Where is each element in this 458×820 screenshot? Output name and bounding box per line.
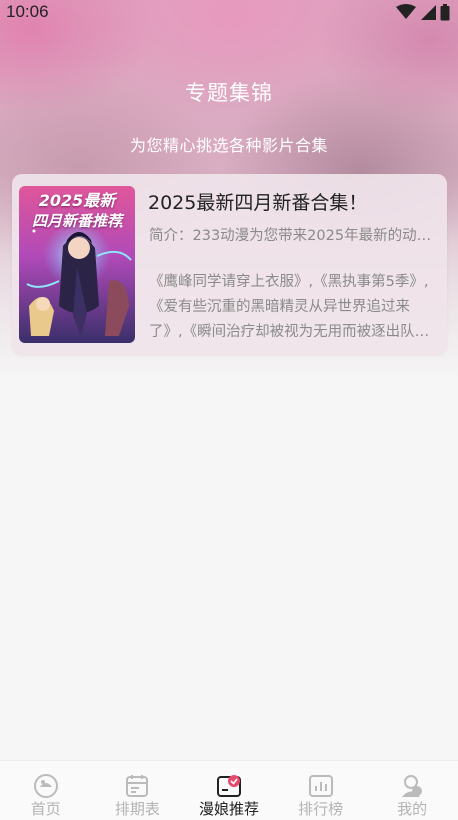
status-icons bbox=[396, 3, 450, 21]
cover-caption-line1: 2025最新 bbox=[38, 191, 116, 210]
cover-caption: 2025最新 四月新番推荐 bbox=[19, 190, 135, 232]
bottom-navigation: 首页 排期表 漫娘推荐 排行榜 我的 bbox=[0, 760, 458, 820]
nav-item-profile[interactable]: 我的 bbox=[366, 761, 458, 820]
status-time: 10:06 bbox=[6, 2, 49, 21]
status-bar: 10:06 bbox=[0, 0, 458, 24]
calendar-icon bbox=[126, 775, 149, 797]
nav-item-schedule[interactable]: 排期表 bbox=[92, 761, 184, 820]
wifi-icon bbox=[396, 4, 416, 19]
cover-caption-line2: 四月新番推荐 bbox=[31, 212, 122, 230]
nav-label-ranking: 排行榜 bbox=[298, 800, 344, 818]
topic-collections-page: 10:06 专题集锦 为您精心挑选各种影片合集 2025最新 四月新番推荐 20… bbox=[0, 0, 458, 820]
nav-item-recommend[interactable]: 漫娘推荐 bbox=[183, 761, 275, 820]
ranking-icon bbox=[308, 775, 333, 797]
recommend-icon bbox=[216, 775, 241, 797]
page-title: 专题集锦 bbox=[185, 81, 273, 105]
nav-item-home[interactable]: 首页 bbox=[0, 761, 92, 820]
collection-card[interactable]: 2025最新 四月新番推荐 2025最新四月新番合集！ 简介：233动漫为您带来… bbox=[12, 174, 447, 355]
signal-icon bbox=[421, 5, 436, 20]
nav-label-profile: 我的 bbox=[397, 800, 428, 818]
nav-label-recommend: 漫娘推荐 bbox=[198, 800, 259, 818]
collection-title[interactable]: 2025最新四月新番合集！ bbox=[148, 188, 438, 215]
nav-label-home: 首页 bbox=[30, 800, 61, 818]
collection-show-list: 《鹰峰同学请穿上衣服》,《黑执事第5季》,《爱有些沉重的黑暗精灵从异世界追过来了… bbox=[149, 274, 430, 340]
nav-label-schedule: 排期表 bbox=[114, 800, 160, 818]
collection-cover-image[interactable]: 2025最新 四月新番推荐 bbox=[19, 186, 135, 343]
profile-icon bbox=[402, 775, 423, 797]
nav-item-ranking[interactable]: 排行榜 bbox=[275, 761, 367, 820]
page-subtitle: 为您精心挑选各种影片合集 bbox=[129, 136, 328, 155]
battery-icon bbox=[440, 3, 450, 20]
collection-intro: 简介：233动漫为您带来2025年最新的动漫新番合集 bbox=[149, 228, 441, 244]
home-icon bbox=[33, 774, 58, 798]
